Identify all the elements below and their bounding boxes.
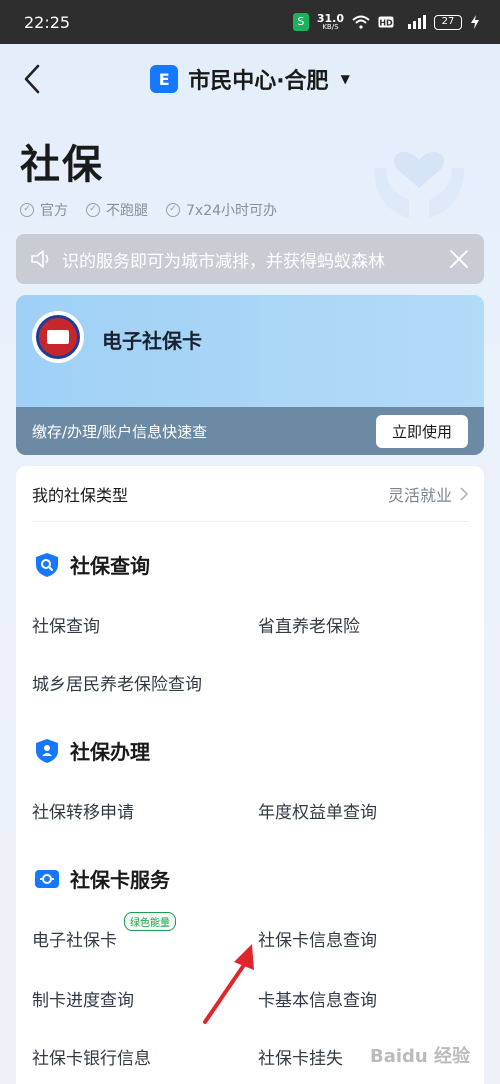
hands-heart-illustration-icon [374,151,464,218]
e-social-card[interactable]: 电子社保卡 缴存/办理/账户信息快速查 立即使用 [16,295,484,455]
link-rural-pension-query[interactable]: 城乡居民养老保险查询 [32,670,202,695]
tag-24h: ✓ 7x24小时可办 [166,200,277,220]
status-time: 22:25 [24,12,71,32]
link-card-info-query[interactable]: 社保卡信息查询 [258,926,377,951]
social-type-label: 我的社保类型 [32,485,129,505]
social-type-row[interactable]: 我的社保类型 灵活就业 [32,466,468,522]
page-title: 社保 [20,142,104,188]
status-icons: S 31.0 KB/S HD 27 [292,12,480,31]
signal-icon [408,15,426,29]
card-footer: 缴存/办理/账户信息快速查 立即使用 [16,407,484,455]
watermark: Baidu 经验 [369,1046,470,1067]
security-shield-icon: S [292,13,309,31]
svg-text:HD: HD [379,19,393,28]
citizen-center-logo-icon: E [150,65,179,93]
section-title-handle: 社保办理 [34,736,150,765]
charging-icon [471,15,479,29]
use-now-button[interactable]: 立即使用 [375,414,468,448]
services-panel: 我的社保类型 灵活就业 社保查询 社保查询 省直养老保险 城乡居民养老保险查询 … [16,466,484,1084]
net-speed: 31.0 KB/S [316,12,344,31]
link-provincial-pension[interactable]: 省直养老保险 [258,612,360,637]
check-circle-icon: ✓ [20,203,34,217]
card-icon [35,869,59,888]
tag-official: ✓ 官方 [20,200,68,220]
section-title-query: 社保查询 [34,550,150,579]
card-subtitle: 缴存/办理/账户信息快速查 [32,422,208,441]
social-security-seal-icon [32,311,84,363]
caret-down-icon: ▼ [340,72,350,86]
chevron-right-icon [460,486,468,501]
nav-bar: E 市民中心·合肥 ▼ [0,44,500,114]
green-energy-badge: 绿色能量 [124,912,176,931]
check-circle-icon: ✓ [166,203,180,217]
city-selector[interactable]: E 市民中心·合肥 ▼ [150,63,350,95]
link-card-basic-info[interactable]: 卡基本信息查询 [258,986,377,1011]
wifi-icon [352,15,370,29]
hd-icon: HD [378,16,394,28]
link-annual-statement[interactable]: 年度权益单查询 [258,798,377,823]
link-card-bank-info[interactable]: 社保卡银行信息 [32,1044,151,1069]
tag-no-errand: ✓ 不跑腿 [86,200,148,220]
card-title: 电子社保卡 [102,329,202,353]
link-e-social-card[interactable]: 电子社保卡 [32,926,117,951]
battery-icon: 27 [434,14,462,30]
check-circle-icon: ✓ [86,203,100,217]
speaker-icon [31,250,49,268]
nav-title: 市民中心·合肥 [188,69,329,94]
back-arrow-icon[interactable] [18,62,48,96]
search-shield-icon [36,552,58,577]
notice-text: 识的服务即可为城市减排，并获得蚂蚁森林 [62,251,385,272]
link-card-progress[interactable]: 制卡进度查询 [32,986,134,1011]
social-type-value: 灵活就业 [387,485,452,505]
feature-tags: ✓ 官方 ✓ 不跑腿 ✓ 7x24小时可办 [20,200,277,220]
person-shield-icon [36,738,58,763]
link-transfer-apply[interactable]: 社保转移申请 [32,798,134,823]
status-bar: 22:25 S 31.0 KB/S HD 27 [0,0,500,44]
page-header: 社保 ✓ 官方 ✓ 不跑腿 ✓ 7x24小时可办 [20,132,277,220]
close-icon[interactable] [448,248,470,270]
notice-banner[interactable]: 识的服务即可为城市减排，并获得蚂蚁森林 [16,234,484,284]
section-title-card-service: 社保卡服务 [34,864,170,893]
link-card-report-loss[interactable]: 社保卡挂失 [258,1044,343,1069]
link-social-query[interactable]: 社保查询 [32,612,100,637]
